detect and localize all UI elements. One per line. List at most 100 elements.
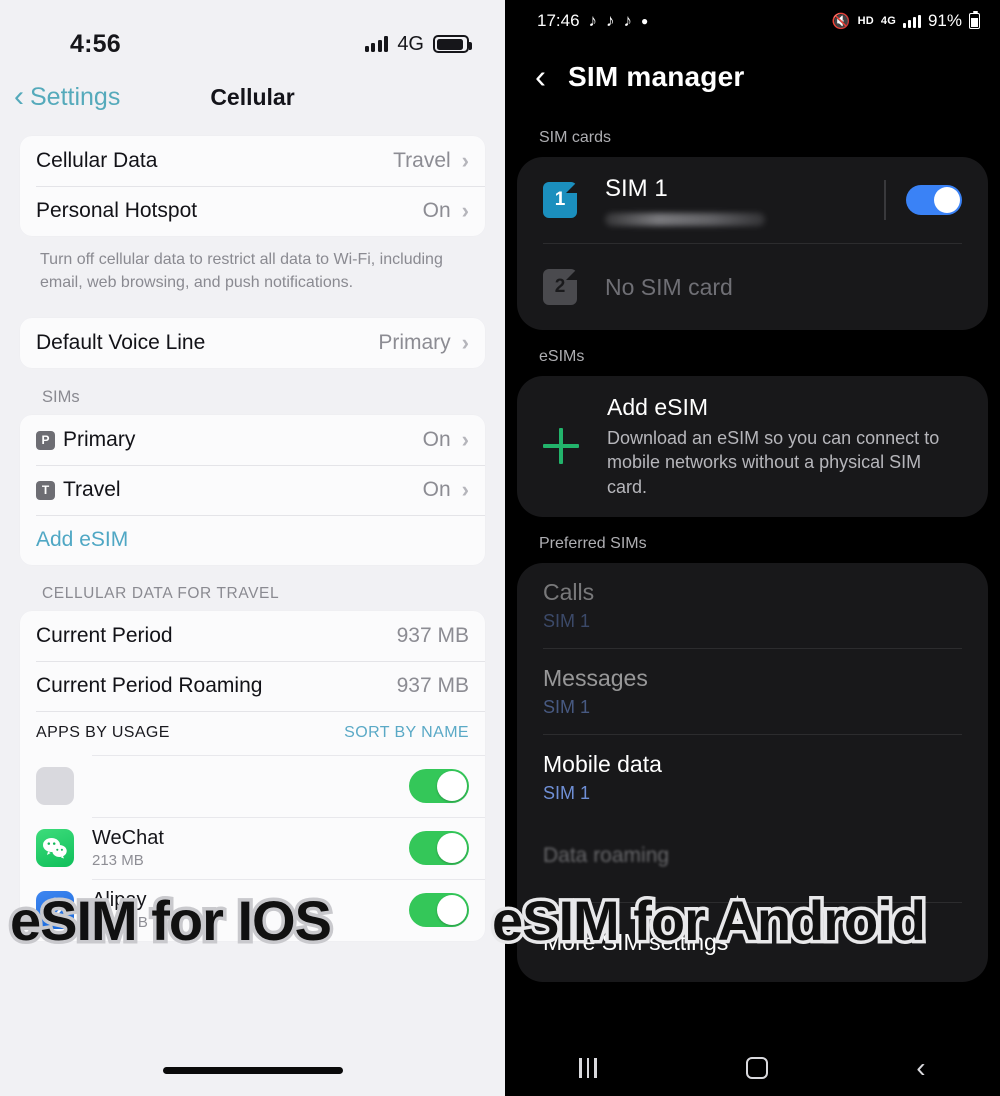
sim1-card-icon: 1: [543, 182, 577, 218]
chevron-right-icon: ›: [461, 330, 469, 356]
row-label-with-badge: T Travel: [36, 478, 121, 502]
preferred-messages-label: Messages: [543, 664, 648, 691]
row-obscured[interactable]: Data roaming: [517, 820, 988, 902]
row-sim-travel[interactable]: T Travel On ›: [20, 465, 485, 515]
row-value: On: [422, 478, 451, 502]
esims-section-header: eSIMs: [539, 348, 585, 365]
add-esim-card[interactable]: Add eSIM Download an eSIM so you can con…: [517, 376, 988, 517]
row-add-esim[interactable]: Add eSIM: [20, 515, 485, 565]
app-row-wechat[interactable]: WeChat 213 MB: [20, 817, 485, 879]
cellular-signal-icon: [902, 14, 921, 28]
sim2-card-icon: 2: [543, 269, 577, 305]
sim2-name: No SIM card: [605, 273, 733, 300]
android-status-bar: 17:46 ♪ ♪ ♪ ● 🔇 HD 4G 91%: [505, 0, 1000, 42]
row-label: Current Period: [36, 624, 173, 648]
recents-icon[interactable]: [579, 1058, 597, 1078]
row-current-period-roaming: Current Period Roaming 937 MB: [20, 661, 485, 711]
alipay-icon: 支: [36, 891, 74, 930]
row-current-period: Current Period 937 MB: [20, 611, 485, 661]
row-label-with-badge: P Primary: [36, 428, 135, 452]
network-type-icon: 4G: [880, 15, 896, 27]
row-preferred-messages[interactable]: Messages SIM 1: [517, 649, 988, 734]
row-value: On: [422, 428, 451, 452]
preferred-calls-value: SIM 1: [543, 610, 591, 631]
cellular-signal-icon: [364, 36, 389, 52]
page-title: SIM manager: [568, 60, 745, 92]
comparison-screenshot: 4:56 4G ‹ Settings Cellular Cellular Dat…: [0, 0, 1000, 1096]
page-title: Cellular: [210, 84, 295, 110]
back-icon[interactable]: ‹: [916, 1054, 925, 1082]
sim-cards-section-header: SIM cards: [539, 129, 612, 146]
app-toggle-wechat[interactable]: [409, 831, 469, 866]
wechat-icon: [36, 829, 74, 868]
usage-card: Current Period 937 MB Current Period Roa…: [20, 611, 485, 942]
sim-badge-primary: P: [36, 430, 55, 450]
usage-section-header: CELLULAR DATA FOR TRAVEL: [42, 585, 280, 603]
add-esim-label: Add eSIM: [36, 528, 129, 552]
battery-icon: [969, 10, 980, 29]
row-label: Personal Hotspot: [36, 199, 198, 222]
app-data-usage: 5.13 MB: [92, 914, 148, 932]
row-sim-1[interactable]: 1 SIM 1: [517, 157, 988, 243]
ios-nav-bar: ‹ Settings Cellular: [0, 74, 505, 136]
android-navigation-bar: ‹: [505, 1040, 1000, 1096]
preferred-sims-section-header: Preferred SIMs: [539, 534, 647, 552]
app-row-alipay[interactable]: 支 Alipay 5.13 MB: [20, 879, 485, 941]
plus-icon: [543, 428, 579, 465]
apps-by-usage-header: APPS BY USAGE SORT BY NAME: [20, 711, 485, 755]
row-default-voice-line[interactable]: Default Voice Line Primary ›: [20, 318, 485, 368]
app-toggle-alipay[interactable]: [409, 893, 469, 928]
row-preferred-calls[interactable]: Calls SIM 1: [517, 563, 988, 648]
default-voice-line-card: Default Voice Line Primary ›: [20, 318, 485, 369]
chevron-right-icon: ›: [461, 427, 469, 453]
battery-percent-label: 91%: [927, 11, 962, 30]
row-value: Primary: [378, 331, 451, 355]
dot-icon: ●: [641, 14, 649, 28]
row-value: Travel: [393, 149, 451, 172]
home-icon[interactable]: [745, 1057, 768, 1079]
app-data-usage: 213 MB: [92, 852, 144, 870]
chevron-right-icon: ›: [461, 148, 469, 173]
add-esim-title: Add eSIM: [607, 394, 708, 420]
tiktok-icon: ♪: [623, 11, 633, 30]
obscured-row-label: Data roaming: [543, 843, 670, 867]
ios-settings-list: Cellular Data Travel › Personal Hotspot …: [0, 136, 505, 942]
chevron-right-icon: ›: [461, 477, 469, 503]
row-preferred-mobile-data[interactable]: Mobile data SIM 1: [517, 735, 988, 820]
sim1-subtitle-obscured: [605, 212, 765, 226]
row-label: Travel: [63, 478, 121, 502]
row-add-esim[interactable]: Add eSIM Download an eSIM so you can con…: [517, 376, 988, 517]
row-label: Current Period Roaming: [36, 674, 263, 698]
row-personal-hotspot[interactable]: Personal Hotspot On ›: [20, 186, 485, 236]
app-toggle[interactable]: [409, 769, 469, 804]
tiktok-icon: ♪: [588, 11, 598, 30]
battery-icon: [433, 35, 472, 53]
ios-home-indicator[interactable]: [162, 1067, 343, 1074]
sim1-toggle[interactable]: [906, 185, 962, 215]
row-cellular-data[interactable]: Cellular Data Travel ›: [20, 136, 485, 186]
preferred-mobile-data-value: SIM 1: [543, 782, 591, 803]
android-clock: 17:46: [537, 11, 580, 30]
row-value: 937 MB: [396, 674, 469, 698]
app-row-hidden[interactable]: [20, 755, 485, 817]
app-name: WeChat: [92, 827, 164, 850]
ios-panel: 4:56 4G ‹ Settings Cellular Cellular Dat…: [0, 0, 505, 1096]
more-sim-settings-button[interactable]: More SIM settings: [517, 903, 988, 982]
apps-by-usage-label: APPS BY USAGE: [36, 724, 170, 742]
app-name: Alipay: [92, 889, 147, 912]
cellular-data-card: Cellular Data Travel › Personal Hotspot …: [20, 136, 485, 236]
sims-section-header: SIMs: [42, 388, 80, 407]
chevron-right-icon: ›: [461, 198, 469, 223]
row-label: Default Voice Line: [36, 331, 206, 355]
cellular-data-footnote: Turn off cellular data to restrict all d…: [40, 251, 443, 292]
android-panel: 17:46 ♪ ♪ ♪ ● 🔇 HD 4G 91% ‹ SIM manager …: [505, 0, 1000, 1096]
back-button[interactable]: ‹: [535, 60, 546, 93]
row-sim-2-empty[interactable]: 2 No SIM card: [517, 244, 988, 330]
network-type-label: 4G: [397, 32, 424, 55]
sort-by-name-button[interactable]: SORT BY NAME: [344, 724, 469, 742]
sim-badge-travel: T: [36, 480, 55, 500]
row-sim-primary[interactable]: P Primary On ›: [20, 415, 485, 465]
mute-icon: 🔇: [831, 13, 851, 30]
app-info: Alipay 5.13 MB: [92, 889, 409, 931]
tiktok-icon: ♪: [606, 11, 615, 30]
